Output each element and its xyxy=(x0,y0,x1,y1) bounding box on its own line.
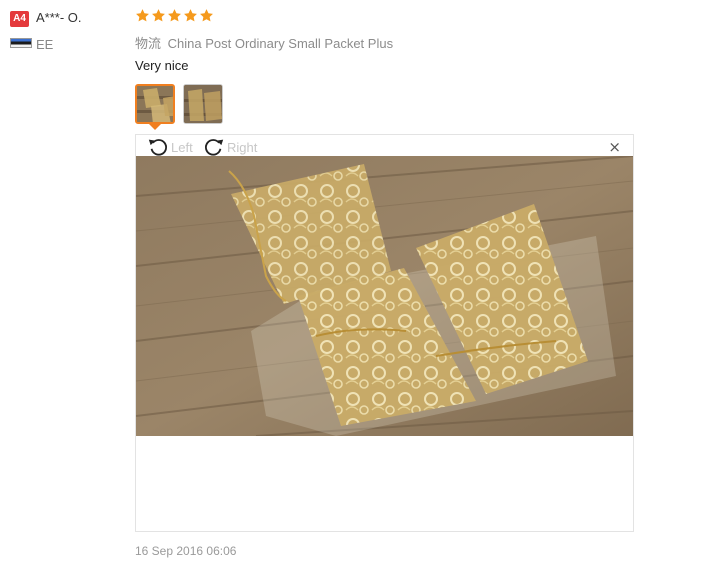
star-icon xyxy=(135,8,150,23)
active-thumbnail-pointer xyxy=(149,124,161,130)
buyer-country: EE xyxy=(36,37,54,52)
close-icon[interactable]: × xyxy=(608,138,621,156)
logistics-value: China Post Ordinary Small Packet Plus xyxy=(167,36,394,51)
star-icon xyxy=(151,8,166,23)
flag-icon xyxy=(10,38,32,48)
star-icon xyxy=(167,8,182,23)
photo-viewer: Left Right × xyxy=(135,134,634,532)
review-date: 16 Sep 2016 06:06 xyxy=(135,544,237,558)
buyer-level-badge: A4 xyxy=(10,11,29,27)
logistics-label: 物流 xyxy=(135,36,162,51)
star-rating xyxy=(135,8,214,23)
review-photo-thumbnail-1[interactable] xyxy=(135,84,175,124)
rotate-left-label: Left xyxy=(171,139,193,155)
star-icon xyxy=(199,8,214,23)
rotate-right-icon xyxy=(203,136,225,158)
rotate-right-label: Right xyxy=(227,139,258,155)
review-text: Very nice xyxy=(135,58,189,73)
logistics-info: 物流 China Post Ordinary Small Packet Plus xyxy=(135,33,393,52)
star-icon xyxy=(183,8,198,23)
review-photo-thumbnail-2[interactable] xyxy=(183,84,223,124)
review-photo xyxy=(136,156,633,436)
rotate-left-icon xyxy=(147,136,169,158)
rotate-left-button[interactable]: Left xyxy=(147,136,193,158)
rotate-right-button[interactable]: Right xyxy=(203,136,257,158)
buyer-name: A***- O. xyxy=(36,10,82,25)
